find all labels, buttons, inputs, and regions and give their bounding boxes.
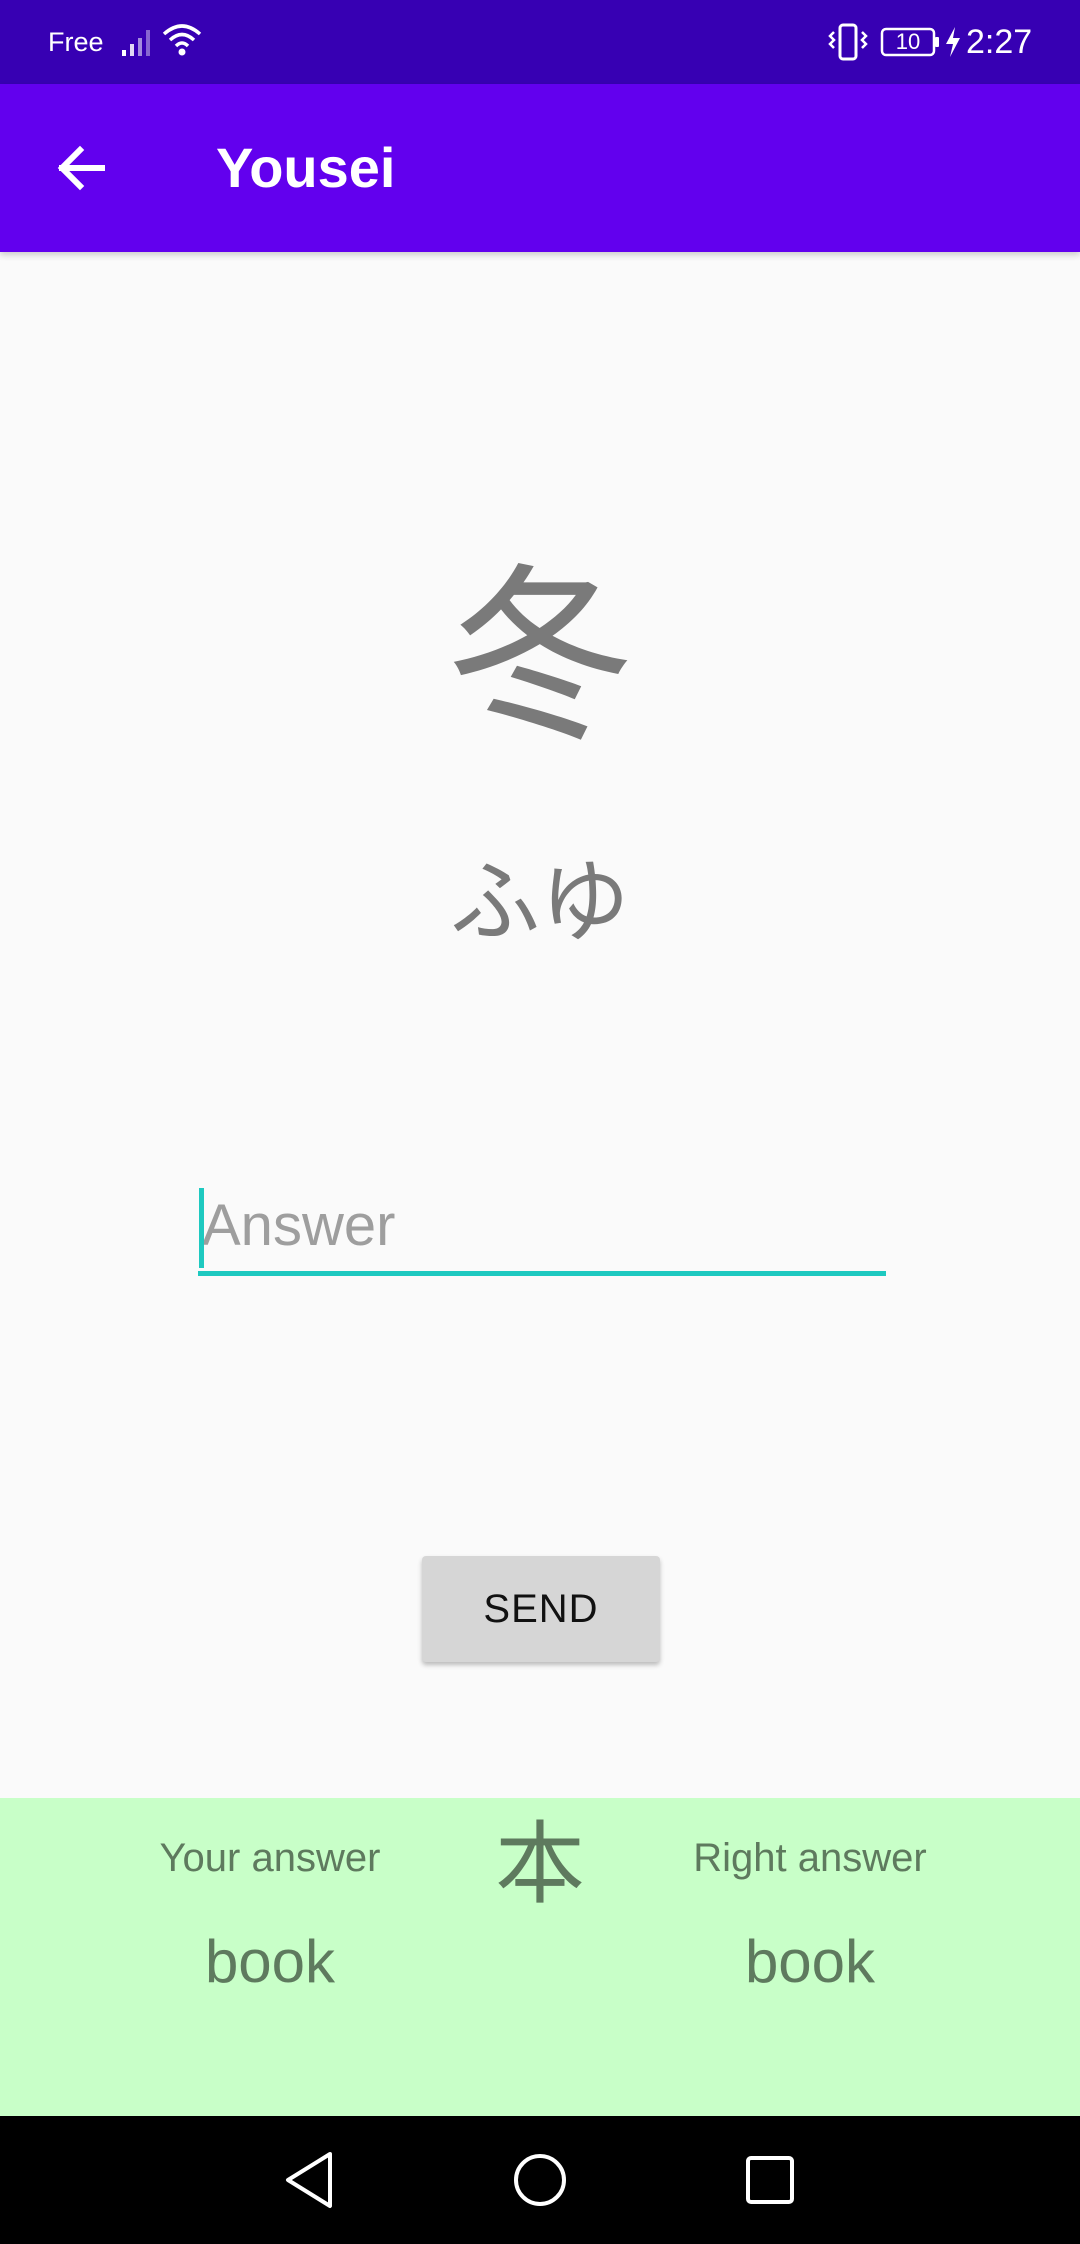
- kanji-character: 冬: [444, 547, 635, 768]
- your-answer-label: Your answer: [159, 1836, 381, 1880]
- system-navigation-bar: [0, 2116, 1080, 2244]
- right-answer-value: book: [744, 1928, 876, 1995]
- signal-icon: [122, 30, 150, 56]
- vibrate-icon: [828, 23, 868, 61]
- carrier-name: Free: [48, 27, 104, 57]
- status-bar: Free 10 2:27: [0, 0, 1080, 84]
- app-bar: Yousei: [0, 84, 1080, 252]
- page-title: Yousei: [216, 136, 396, 199]
- battery-level: 10: [895, 29, 921, 54]
- nav-recent-icon[interactable]: [736, 2146, 804, 2214]
- result-panel: Your answer book 本 Right answer book: [0, 1798, 1080, 2116]
- arrow-left-icon[interactable]: [52, 138, 112, 198]
- text-cursor: [199, 1188, 204, 1268]
- send-button[interactable]: SEND: [422, 1556, 660, 1662]
- kanji-reading: ふゆ: [450, 850, 630, 955]
- previous-kanji: 本: [495, 1812, 585, 1917]
- nav-home-icon[interactable]: [506, 2146, 574, 2214]
- charging-bolt-icon: [946, 27, 960, 57]
- clock-time: 2:27: [966, 23, 1033, 61]
- your-answer-value: book: [204, 1928, 336, 1995]
- right-answer-label: Right answer: [693, 1836, 927, 1880]
- nav-back-icon[interactable]: [276, 2146, 344, 2214]
- wifi-icon: [162, 24, 202, 56]
- answer-input[interactable]: [198, 1180, 886, 1276]
